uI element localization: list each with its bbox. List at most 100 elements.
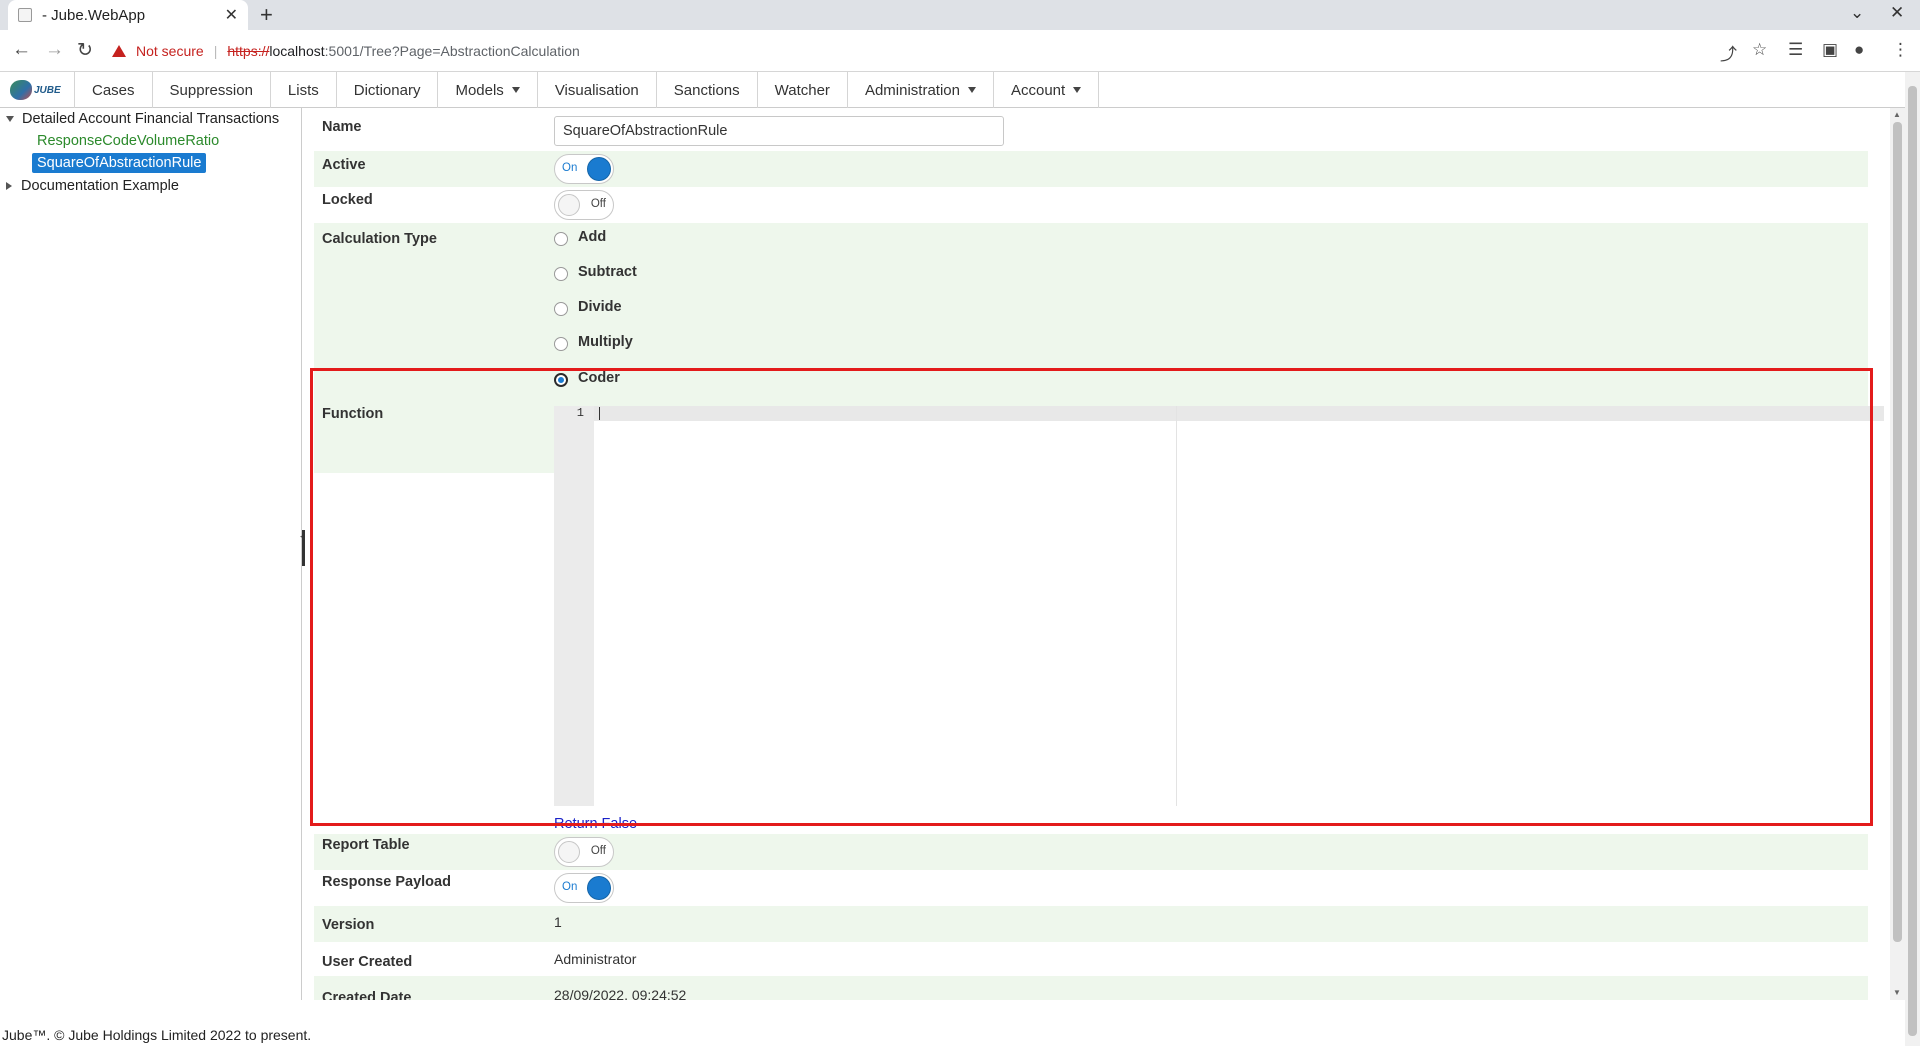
browser-tab-title: - Jube.WebApp bbox=[42, 6, 146, 24]
tree-group-detailed-account[interactable]: Detailed Account Financial Transactions bbox=[6, 111, 279, 127]
report-table-toggle[interactable]: Off bbox=[554, 837, 614, 867]
name-input[interactable] bbox=[554, 116, 1004, 146]
nav-account[interactable]: Account bbox=[992, 72, 1100, 108]
user-created-value: Administrator bbox=[554, 951, 637, 967]
dropdown-caret-icon bbox=[511, 87, 520, 93]
scroll-down-arrow-icon[interactable]: ▼ bbox=[1893, 988, 1901, 997]
jube-logo-icon bbox=[10, 80, 32, 100]
tree-sidebar: Detailed Account Financial Transactions … bbox=[0, 108, 302, 1000]
active-label: Active bbox=[322, 157, 366, 173]
close-tab-icon[interactable]: ✕ bbox=[225, 5, 238, 25]
browser-toolbar: ← → ↻ Not secure | https:// localhost :5… bbox=[0, 30, 1920, 72]
nav-cases[interactable]: Cases bbox=[74, 72, 152, 108]
calc-option-divide[interactable]: Divide bbox=[554, 299, 622, 316]
toggle-knob bbox=[558, 194, 580, 216]
app-navbar: JUBE Cases Suppression Lists Dictionary Mode… bbox=[0, 72, 1920, 108]
back-icon[interactable]: ← bbox=[12, 39, 31, 61]
created-date-label: Created Date bbox=[322, 990, 412, 1000]
nav-models[interactable]: Models bbox=[437, 72, 536, 108]
scrollbar-thumb[interactable] bbox=[1893, 122, 1902, 942]
browser-menu-icon[interactable]: ⋮ bbox=[1892, 40, 1909, 60]
nav-label: Dictionary bbox=[353, 81, 421, 99]
profile-avatar-icon[interactable]: ● bbox=[1854, 40, 1864, 60]
address-bar[interactable]: Not secure | https:// localhost :5001/Tr… bbox=[112, 36, 1752, 66]
page-scrollbar[interactable] bbox=[1905, 72, 1920, 1046]
calc-option-add[interactable]: Add bbox=[554, 229, 607, 246]
nav-label: Models bbox=[455, 81, 504, 99]
name-row: Name bbox=[314, 108, 1868, 146]
radio-button[interactable] bbox=[554, 232, 568, 246]
nav-label: Administration bbox=[864, 81, 960, 99]
calc-option-subtract[interactable]: Subtract bbox=[554, 264, 637, 281]
nav-suppression[interactable]: Suppression bbox=[151, 72, 270, 108]
page-scrollbar-thumb[interactable] bbox=[1908, 86, 1917, 1036]
response-payload-toggle[interactable]: On bbox=[554, 873, 614, 903]
nav-label: Sanctions bbox=[673, 81, 740, 99]
active-toggle[interactable]: On bbox=[554, 154, 614, 184]
security-indicator[interactable]: Not secure bbox=[136, 43, 204, 59]
return-false-link[interactable]: Return False bbox=[554, 816, 637, 832]
tree-leaf-response-code[interactable]: ResponseCodeVolumeRatio bbox=[37, 133, 219, 149]
window-close-icon[interactable]: ✕ bbox=[1890, 3, 1904, 23]
tree-group-documentation[interactable]: Documentation Example bbox=[6, 178, 179, 194]
logo-text: JUBE bbox=[34, 84, 61, 96]
scroll-up-arrow-icon[interactable]: ▲ bbox=[1893, 110, 1901, 119]
radio-button[interactable] bbox=[554, 302, 568, 316]
nav-sanctions[interactable]: Sanctions bbox=[655, 72, 757, 108]
nav-label: Visualisation bbox=[554, 81, 639, 99]
nav-watcher[interactable]: Watcher bbox=[756, 72, 847, 108]
response-payload-row: Response Payload On bbox=[314, 870, 1868, 906]
nav-dictionary[interactable]: Dictionary bbox=[335, 72, 438, 108]
editor-cursor bbox=[599, 407, 600, 420]
locked-toggle[interactable]: Off bbox=[554, 190, 614, 220]
nav-label: Cases bbox=[92, 81, 135, 99]
radio-button[interactable] bbox=[554, 337, 568, 351]
share-icon[interactable]: ⤴ bbox=[1720, 40, 1737, 65]
locked-row: Locked Off bbox=[314, 187, 1868, 223]
created-date-value: 28/09/2022, 09:24:52 bbox=[554, 987, 687, 1000]
toggle-state: Off bbox=[590, 845, 606, 857]
tree-leaf-square-of-abstraction[interactable]: SquareOfAbstractionRule bbox=[32, 153, 207, 173]
nav-visualisation[interactable]: Visualisation bbox=[536, 72, 656, 108]
expanded-triangle-icon[interactable] bbox=[6, 116, 14, 122]
version-value: 1 bbox=[554, 914, 562, 930]
dropdown-caret-icon bbox=[1073, 87, 1082, 93]
code-editor[interactable]: 1 bbox=[554, 406, 1884, 806]
jube-logo[interactable]: JUBE bbox=[10, 79, 62, 101]
forward-icon[interactable]: → bbox=[45, 39, 64, 61]
user-created-row: User Created Administrator bbox=[314, 942, 1868, 978]
nav-lists[interactable]: Lists bbox=[269, 72, 336, 108]
url-host: localhost bbox=[269, 43, 325, 59]
reload-icon[interactable]: ↻ bbox=[77, 39, 93, 62]
tab-search-chevron-icon[interactable]: ⌄ bbox=[1850, 3, 1864, 23]
warning-icon bbox=[112, 45, 126, 57]
calc-option-label: Add bbox=[578, 229, 607, 245]
radio-button[interactable] bbox=[554, 267, 568, 281]
new-tab-icon[interactable]: + bbox=[260, 2, 273, 28]
created-date-row: Created Date 28/09/2022, 09:24:52 bbox=[314, 976, 1868, 1000]
calc-option-coder[interactable]: Coder bbox=[554, 370, 620, 387]
collapsed-triangle-icon[interactable] bbox=[6, 182, 12, 190]
browser-tab[interactable]: - Jube.WebApp ✕ bbox=[8, 0, 248, 30]
calc-option-label: Subtract bbox=[578, 264, 637, 280]
editor-print-margin bbox=[1176, 406, 1177, 806]
side-panel-icon[interactable]: ▣ bbox=[1822, 40, 1838, 60]
editor-gutter: 1 bbox=[554, 406, 594, 806]
address-separator: | bbox=[213, 43, 218, 59]
toggle-state: On bbox=[562, 162, 578, 174]
toggle-state: Off bbox=[590, 198, 606, 210]
version-row: Version 1 bbox=[314, 906, 1868, 942]
reading-list-icon[interactable]: ☰ bbox=[1788, 40, 1803, 60]
calc-option-multiply[interactable]: Multiply bbox=[554, 334, 633, 351]
browser-tabstrip: - Jube.WebApp ✕ + ⌄ ✕ bbox=[0, 0, 1920, 30]
bookmark-star-icon[interactable]: ☆ bbox=[1752, 40, 1767, 60]
page-favicon-icon bbox=[18, 8, 32, 22]
main-menu: Cases Suppression Lists Dictionary Models Vis… bbox=[74, 72, 1100, 108]
form-scrollbar[interactable]: ▲ ▼ bbox=[1890, 108, 1905, 1000]
toggle-knob bbox=[588, 877, 610, 899]
toggle-knob bbox=[558, 841, 580, 863]
calc-option-label: Divide bbox=[578, 299, 622, 315]
nav-label: Account bbox=[1010, 81, 1066, 99]
radio-button-selected[interactable] bbox=[554, 373, 568, 387]
nav-administration[interactable]: Administration bbox=[846, 72, 993, 108]
